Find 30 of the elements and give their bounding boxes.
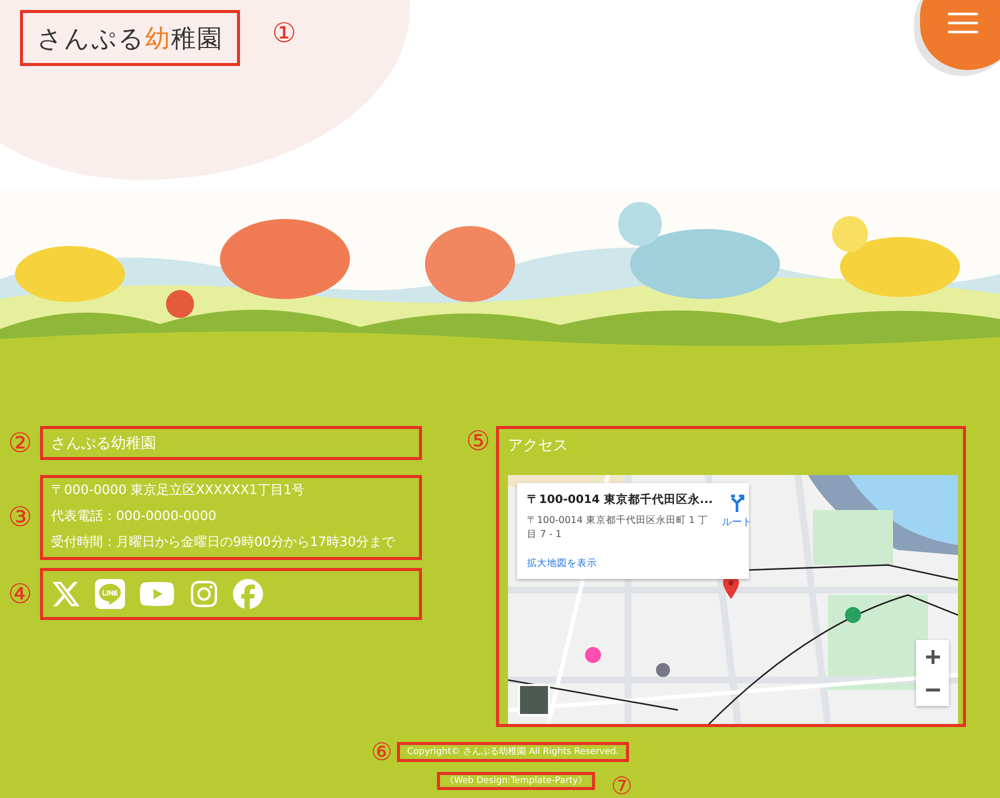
annotation-number: ② — [7, 430, 33, 456]
copyright: Copyright© さんぷる幼稚園 All Rights Reserved. — [397, 742, 629, 762]
annotation-number: ① — [272, 20, 296, 47]
school-name: さんぷる幼稚園 — [51, 433, 157, 453]
logo[interactable]: さんぷる 幼稚園 — [37, 22, 223, 54]
map[interactable]: 〒100-0014 東京都千代田区永... 〒100-0014 東京都千代田区永田町 1 丁目 7 - 1 拡大地図を表示 ルート — [508, 475, 958, 724]
contact-info: 代表電話：000-0000-0000 — [51, 509, 218, 525]
contact-info: 〒000-0000 東京足立区XXXXXX1丁目1号 — [51, 483, 306, 499]
menu-icon — [948, 12, 978, 34]
zoom-in-button[interactable] — [916, 640, 949, 673]
x-icon[interactable] — [51, 579, 81, 609]
annotation-number: ⑥ — [371, 740, 394, 764]
map-type-button[interactable] — [518, 684, 550, 716]
annotation-number: ⑦ — [611, 774, 633, 798]
route-button[interactable]: ルート — [712, 494, 761, 542]
access-title: アクセス — [508, 435, 569, 455]
zoom-out-button[interactable] — [916, 673, 949, 706]
annotation-number: ⑤ — [466, 428, 490, 455]
plus-icon — [924, 648, 940, 664]
facebook-icon[interactable] — [233, 579, 263, 609]
instagram-icon[interactable] — [189, 579, 219, 609]
annotation-number: ④ — [7, 580, 33, 608]
annotation-number: ③ — [7, 504, 33, 531]
minus-icon — [924, 688, 940, 692]
larger-map-link[interactable]: 拡大地図を表示 — [527, 557, 713, 570]
place-address: 〒100-0014 東京都千代田区永田町 1 丁目 7 - 1 — [527, 514, 709, 542]
directions-icon — [728, 494, 745, 512]
place-title: 〒100-0014 東京都千代田区永... — [527, 492, 713, 507]
contact-info: 受付時間：月曜日から金曜日の9時00分から17時30分まで — [51, 535, 396, 551]
line-icon[interactable] — [95, 579, 125, 609]
